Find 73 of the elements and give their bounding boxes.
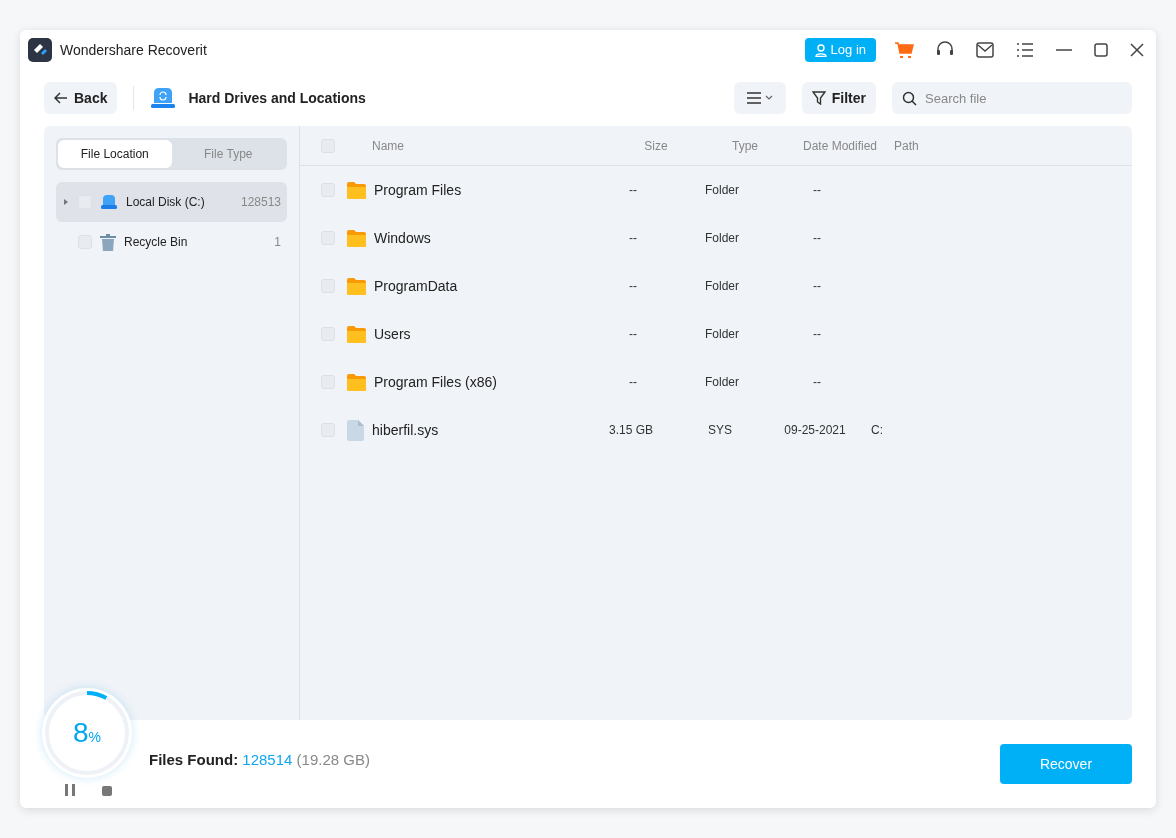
table-cell-text: Folder [704, 230, 740, 247]
cart-icon[interactable] [894, 41, 914, 59]
table-cell-text: Folder [704, 278, 740, 295]
app-logo-icon [28, 38, 52, 62]
mail-icon[interactable] [976, 42, 994, 58]
tree-item[interactable]: Recycle Bin 1 [56, 222, 287, 262]
funnel-icon [811, 91, 826, 105]
table-cell-text: 09-25-2021 [783, 422, 847, 439]
login-button[interactable]: Log in [804, 38, 876, 62]
folder-icon [347, 229, 366, 247]
files-found-size: (19.28 GB) [296, 750, 370, 768]
arrow-left-icon [54, 92, 68, 104]
files-found-count: 128514 [242, 750, 293, 768]
list-caret-icon [746, 92, 773, 104]
table-cell-text: Folder [704, 374, 740, 391]
item-count: 1 [274, 234, 281, 251]
column-header[interactable]: Size [612, 136, 700, 155]
caret-icon[interactable] [62, 199, 70, 205]
files-found-label: Files Found: [149, 750, 239, 768]
file-name: Users [374, 324, 412, 344]
file-name: hiberfil.sys [372, 420, 440, 440]
recover-button[interactable]: Recover [1000, 744, 1132, 784]
view-mode-button[interactable] [733, 82, 786, 114]
tree-item[interactable]: Local Disk (C:) 128513 [56, 182, 287, 222]
back-button[interactable]: Back [44, 82, 118, 114]
tab[interactable]: File Type [171, 140, 285, 168]
tab[interactable]: File Location [58, 140, 172, 168]
table-cell-text: -- [812, 182, 822, 199]
progress-percent: 8% [73, 716, 101, 750]
table-cell-text: -- [628, 374, 638, 391]
window-title: Wondershare Recoverit [60, 40, 207, 60]
search-field[interactable]: Search file [892, 82, 1132, 114]
file-name: Windows [374, 228, 432, 248]
tree-item-label: Recycle Bin [124, 234, 189, 251]
folder-icon [347, 277, 366, 295]
table-cell-text: -- [812, 326, 822, 343]
item-count: 128513 [240, 194, 281, 211]
table-cell-text: -- [812, 374, 822, 391]
table-cell-text: -- [628, 326, 638, 343]
file-icon [347, 419, 364, 441]
column-header[interactable]: Path [890, 136, 950, 155]
file-name: ProgramData [374, 276, 459, 296]
table-cell-text: -- [628, 278, 638, 295]
file-name: Program Files [374, 180, 463, 200]
file-name: Program Files (x86) [374, 372, 498, 392]
pause-icon[interactable] [64, 784, 76, 796]
folder-icon [347, 373, 366, 391]
hard-drive-icon [150, 87, 177, 109]
table-cell-text: -- [812, 230, 822, 247]
table-cell-text: -- [812, 278, 822, 295]
table-cell-text: Folder [704, 182, 740, 199]
table-cell-text: C: [870, 422, 884, 439]
table-cell-text: Folder [704, 326, 740, 343]
maximize-icon[interactable] [1094, 43, 1108, 57]
search-icon [902, 91, 917, 106]
column-header[interactable]: Type [700, 136, 790, 155]
trash-icon [100, 233, 116, 251]
folder-icon [347, 325, 366, 343]
table-cell-text: SYS [707, 422, 733, 439]
column-header[interactable]: Name [372, 136, 612, 155]
location-title: Hard Drives and Locations [188, 88, 366, 108]
table-cell-text: -- [628, 182, 638, 199]
table-cell-text: -- [628, 230, 638, 247]
table-cell-text: 3.15 GB [608, 422, 654, 439]
column-header[interactable]: Date Modified [790, 136, 890, 155]
stop-icon[interactable] [102, 786, 112, 796]
filter-button[interactable]: Filter [801, 82, 876, 114]
menu-icon[interactable] [1016, 43, 1034, 57]
close-icon[interactable] [1130, 43, 1144, 57]
drive-icon [100, 195, 118, 209]
tree-item-label: Local Disk (C:) [126, 194, 206, 211]
folder-icon [347, 181, 366, 199]
user-icon [814, 43, 827, 57]
